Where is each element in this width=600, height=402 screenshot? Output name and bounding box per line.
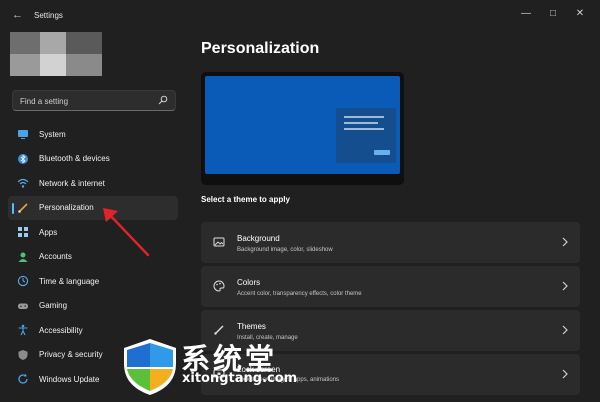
- sidebar-item-label: Accounts: [39, 252, 72, 262]
- update-icon: [18, 374, 28, 384]
- card-title: Colors: [237, 278, 261, 287]
- minimize-icon[interactable]: —: [518, 6, 534, 22]
- brush-icon: [18, 203, 28, 213]
- theme-preview: [201, 72, 404, 185]
- preview-button: [374, 150, 390, 155]
- search-input[interactable]: [20, 95, 150, 107]
- gamepad-icon: [18, 303, 28, 309]
- person-icon: [18, 252, 28, 262]
- selection-indicator: [12, 202, 14, 214]
- palette-icon: [213, 280, 225, 292]
- search-box[interactable]: [12, 90, 176, 111]
- sidebar-item-label: Network & internet: [39, 178, 105, 188]
- theme-preview-screen: [205, 76, 400, 174]
- sidebar-item-time-language[interactable]: Time & language: [8, 269, 178, 294]
- sidebar-item-gaming[interactable]: Gaming: [8, 294, 178, 319]
- colors-card[interactable]: Colors Accent color, transparency effect…: [201, 266, 580, 307]
- globe-clock-icon: [17, 276, 29, 287]
- image-icon: [213, 237, 225, 247]
- brush-icon: [214, 325, 224, 335]
- bluetooth-icon: [18, 153, 28, 164]
- app-title: Settings: [34, 11, 63, 20]
- page-title: Personalization: [201, 40, 320, 57]
- annotation-arrow: [103, 208, 150, 257]
- sidebar-item-label: Bluetooth & devices: [39, 154, 110, 164]
- avatar[interactable]: [10, 32, 102, 76]
- maximize-icon[interactable]: □: [545, 6, 561, 22]
- sidebar-item-label: Accessibility: [39, 325, 83, 335]
- monitor-icon: [18, 130, 28, 140]
- apps-icon: [18, 227, 28, 238]
- sidebar-item-label: Apps: [39, 227, 58, 237]
- watermark-shield-logo: [124, 339, 176, 395]
- sidebar-item-system[interactable]: System: [8, 122, 178, 147]
- sidebar-item-label: Privacy & security: [39, 350, 103, 360]
- shield-icon: [18, 349, 28, 360]
- chevron-right-icon: [562, 369, 568, 379]
- wifi-icon: [17, 179, 29, 188]
- card-subtitle: Accent color, transparency effects, colo…: [237, 291, 362, 297]
- preview-window: [336, 108, 396, 163]
- sidebar-item-label: System: [39, 129, 66, 139]
- chevron-right-icon: [562, 325, 568, 335]
- card-subtitle: Background image, color, slideshow: [237, 247, 333, 253]
- sidebar-item-label: Time & language: [39, 276, 100, 286]
- back-arrow-icon[interactable]: ←: [12, 9, 23, 21]
- sidebar-item-bluetooth[interactable]: Bluetooth & devices: [8, 147, 178, 172]
- chevron-right-icon: [562, 281, 568, 291]
- sidebar-item-label: Windows Update: [39, 374, 100, 384]
- theme-section-label: Select a theme to apply: [201, 195, 290, 204]
- sidebar-item-label: Gaming: [39, 301, 68, 311]
- card-title: Themes: [237, 322, 266, 331]
- sidebar-item-network[interactable]: Network & internet: [8, 171, 178, 196]
- card-title: Background: [237, 234, 280, 243]
- background-card[interactable]: Background Background image, color, slid…: [201, 222, 580, 263]
- chevron-right-icon: [562, 237, 568, 247]
- search-icon[interactable]: [158, 95, 168, 105]
- close-icon[interactable]: ✕: [572, 6, 588, 22]
- title-bar: ← Settings — □ ✕: [0, 0, 600, 32]
- watermark-url: xitongtang.com: [182, 371, 298, 386]
- accessibility-icon: [18, 324, 28, 336]
- sidebar-item-label: Personalization: [39, 203, 94, 213]
